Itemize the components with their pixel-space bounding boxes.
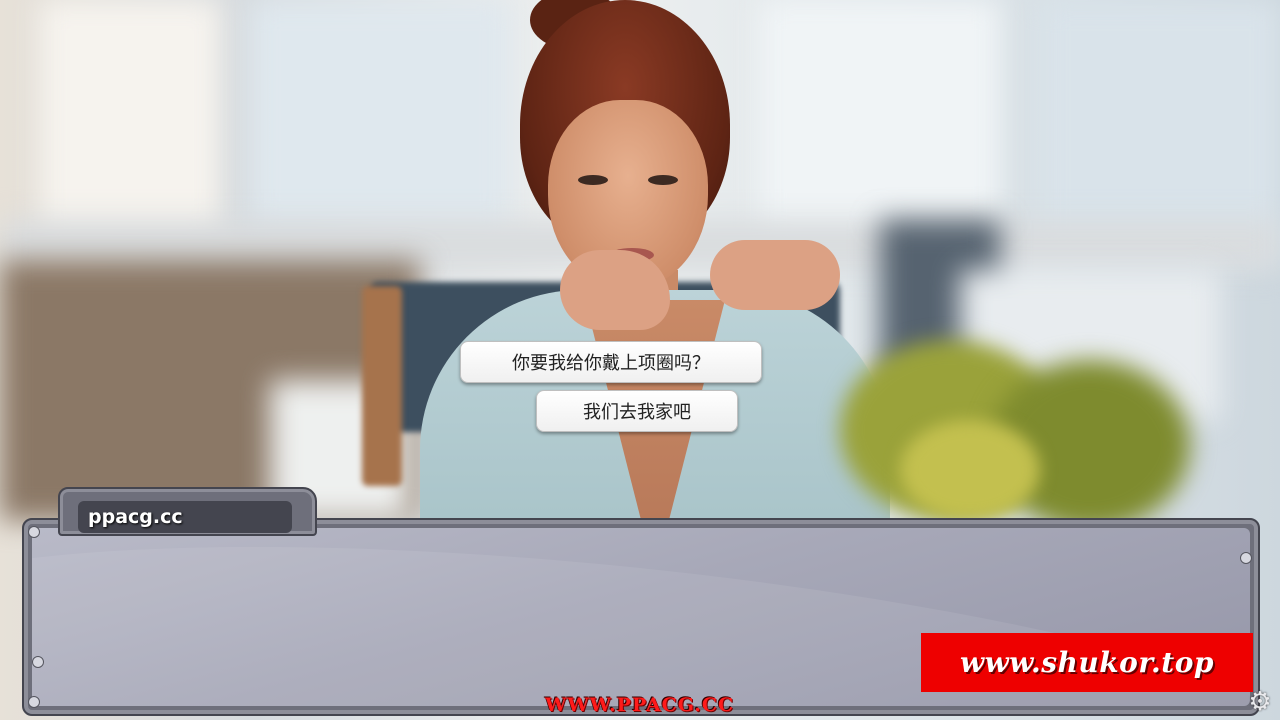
choice-button-go-home[interactable]: 我们去我家吧 <box>536 390 738 432</box>
watermark-banner: www.shukor.top <box>921 633 1253 692</box>
character-hand <box>710 240 840 310</box>
character-hand <box>560 250 670 330</box>
character-eye <box>578 175 608 185</box>
watermark-bottom: WWW.PPACG.CC <box>545 694 735 716</box>
frame-rivet <box>28 696 40 708</box>
speaker-name: ppacg.cc <box>88 506 183 528</box>
background-window <box>40 0 220 240</box>
choice-label: 我们去我家吧 <box>583 402 691 423</box>
background-plant <box>900 420 1040 520</box>
character-eye <box>648 175 678 185</box>
frame-rivet <box>28 526 40 538</box>
frame-rivet <box>32 656 44 668</box>
choice-button-collar[interactable]: 你要我给你戴上项圈吗？ <box>460 341 762 383</box>
character-sprite <box>380 0 920 530</box>
choice-label: 你要我给你戴上项圈吗？ <box>512 353 710 374</box>
gear-icon[interactable]: ⚙ <box>1246 687 1274 717</box>
frame-rivet <box>1240 552 1252 564</box>
